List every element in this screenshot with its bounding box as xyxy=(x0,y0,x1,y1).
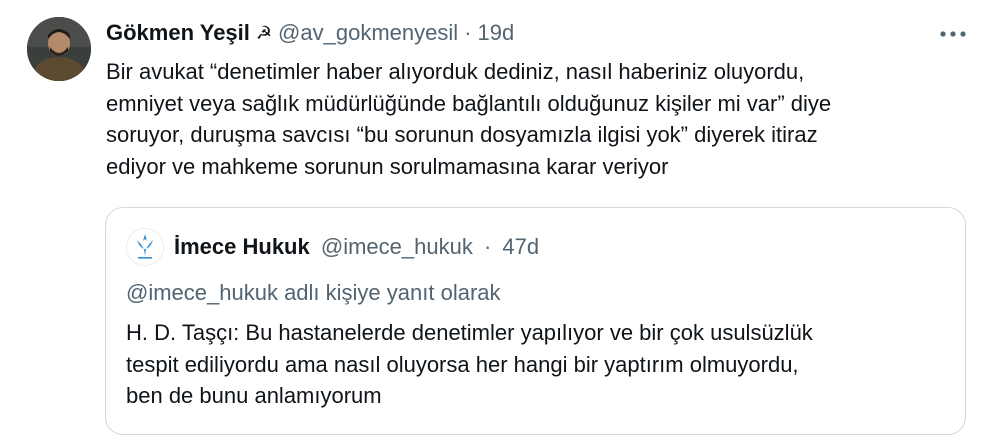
replying-to-label: @imece_hukuk adlı kişiye yanıt olarak xyxy=(126,280,501,305)
quoted-header: İmece Hukuk @imece_hukuk · 47d xyxy=(174,232,539,262)
quoted-display-name[interactable]: İmece Hukuk xyxy=(174,234,310,259)
tweet-text: Bir avukat “denetimler haber alıyorduk d… xyxy=(106,59,832,179)
separator-dot: · xyxy=(464,20,472,45)
user-handle[interactable]: @av_gokmenyesil xyxy=(278,18,458,48)
display-name[interactable]: Gökmen Yeşil xyxy=(106,18,250,48)
more-horizontal-icon[interactable] xyxy=(935,24,971,44)
separator-dot: · xyxy=(483,234,492,259)
tweet-header: Gökmen Yeşil ☭ @av_gokmenyesil · 19d xyxy=(106,18,514,48)
quoted-tweet[interactable]: İmece Hukuk @imece_hukuk · 47d @imece_hu… xyxy=(105,207,966,435)
tweet[interactable]: Gökmen Yeşil ☭ @av_gokmenyesil · 19d Bir… xyxy=(0,0,1000,445)
hammer-sickle-icon: ☭ xyxy=(255,23,273,43)
quoted-avatar[interactable] xyxy=(126,228,164,266)
quoted-handle[interactable]: @imece_hukuk xyxy=(321,234,473,259)
quoted-timestamp[interactable]: 47d xyxy=(502,234,539,259)
quoted-tweet-text: H. D. Taşçı: Bu hastanelerde denetimler … xyxy=(126,320,813,408)
avatar[interactable] xyxy=(27,17,91,81)
timestamp[interactable]: 19d xyxy=(477,18,514,48)
